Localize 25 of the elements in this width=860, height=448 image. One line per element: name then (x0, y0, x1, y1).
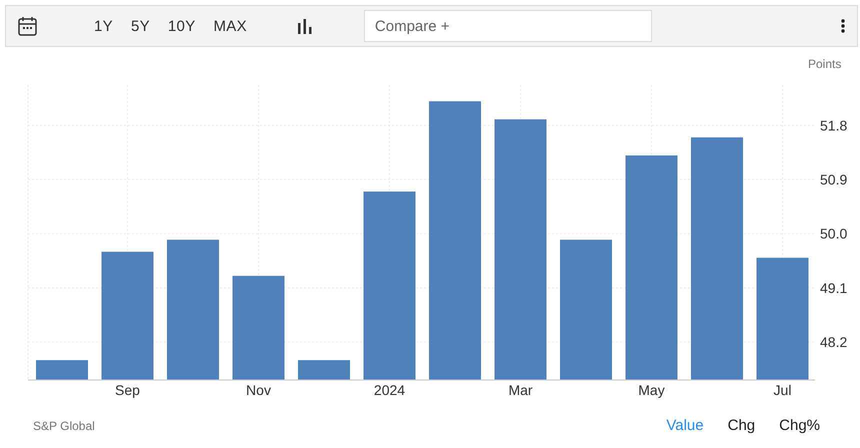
x-tick-label: Sep (115, 382, 140, 398)
source-label: S&P Global (33, 418, 96, 432)
x-tick-label: Jul (774, 382, 792, 398)
x-tick-label: Mar (508, 382, 533, 398)
y-tick-label: 48.2 (820, 334, 848, 350)
x-tick-label: Nov (246, 382, 271, 398)
y-tick-label: 50.0 (820, 226, 848, 242)
x-tick-label: 2024 (374, 382, 406, 398)
y-tick-label: 51.8 (820, 117, 848, 134)
range-tab[interactable]: 10Y (158, 18, 204, 34)
bar (298, 360, 350, 380)
y-tick-label: 50.9 (820, 172, 848, 188)
more-menu-icon[interactable] (841, 19, 845, 33)
compare-field[interactable]: Compare + (364, 10, 652, 42)
range-tab[interactable]: 5Y (122, 18, 159, 34)
range-tab[interactable]: 1Y (85, 18, 122, 34)
bar (36, 360, 88, 380)
y-tick-label: 49.1 (820, 280, 848, 296)
mode-tab[interactable]: Chg (728, 417, 756, 434)
x-tick-label: May (638, 382, 665, 398)
calendar-icon[interactable] (18, 16, 37, 36)
bar-chart-icon[interactable] (298, 18, 312, 34)
unit-label: Points (808, 57, 842, 71)
range-tab[interactable]: MAX (204, 18, 256, 34)
mode-tab[interactable]: Chg% (779, 417, 820, 434)
